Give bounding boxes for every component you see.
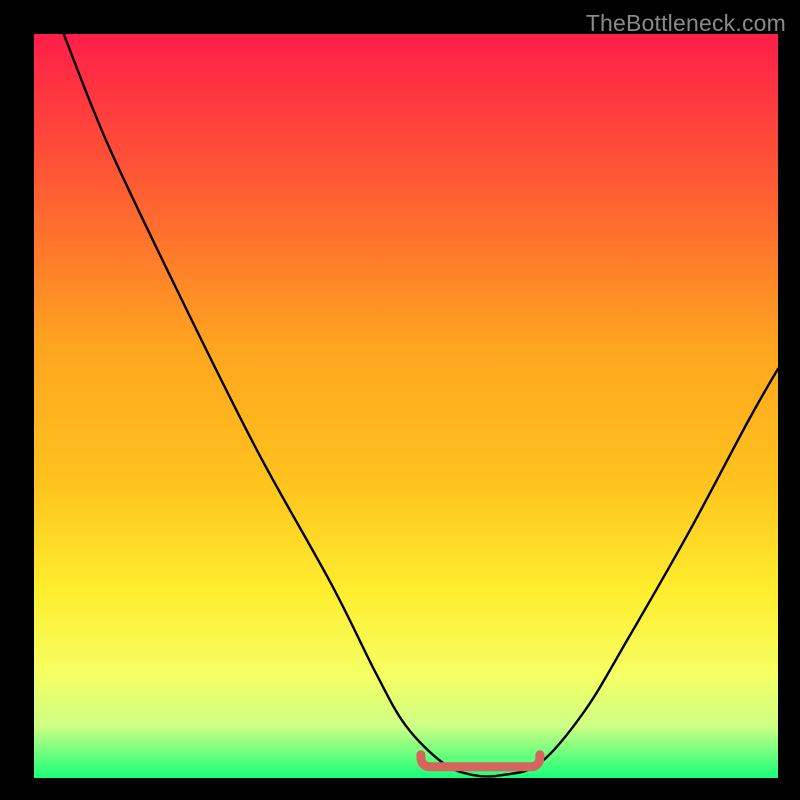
- chart-canvas: [34, 34, 778, 778]
- watermark-text: TheBottleneck.com: [586, 10, 786, 37]
- chart-frame: TheBottleneck.com: [0, 0, 800, 800]
- gradient-background: [34, 34, 778, 778]
- plot-area: [34, 34, 778, 778]
